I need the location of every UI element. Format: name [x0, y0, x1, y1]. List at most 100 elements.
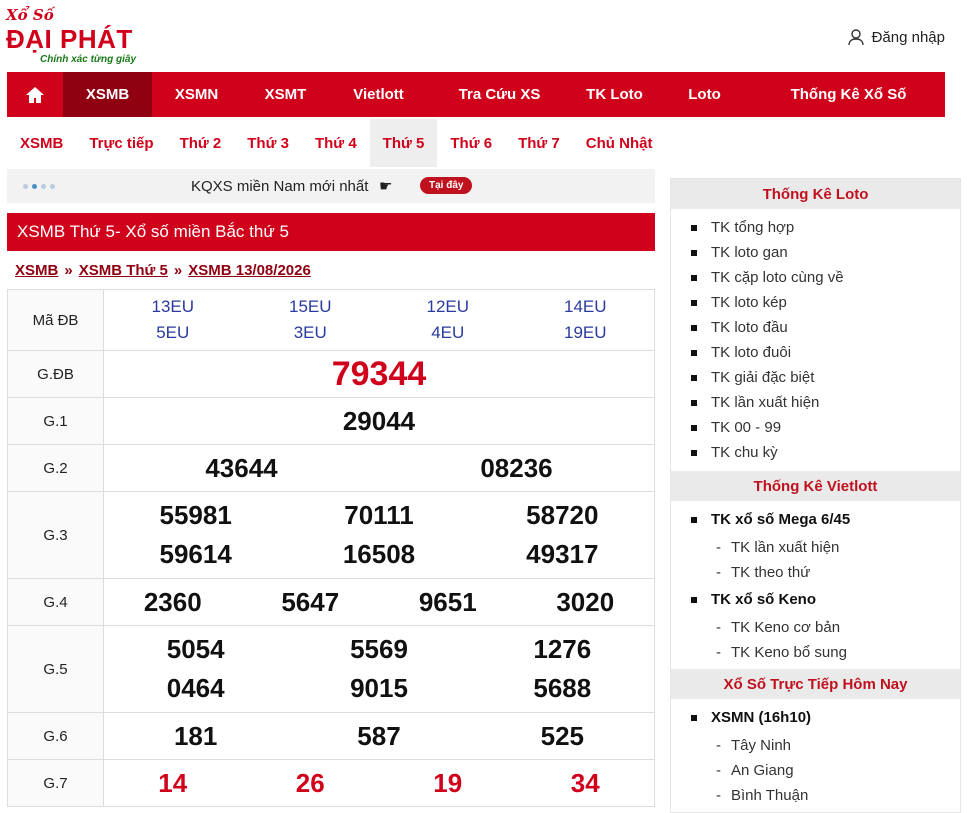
sidebar-sublink[interactable]: Bình Thuận — [671, 783, 960, 808]
sidebar-group-mega[interactable]: TK xổ số Mega 6/45 — [671, 505, 960, 535]
sidebar-link[interactable]: TK loto gan — [691, 240, 960, 265]
table-row: G.7 14 26 19 34 — [7, 759, 655, 807]
main-nav-tra-cuu[interactable]: Tra Cứu XS — [427, 72, 572, 117]
sidebar-link[interactable]: TK loto đầu — [691, 315, 960, 340]
main-nav: XSMB XSMN XSMT Vietlott Tra Cứu XS TK Lo… — [7, 72, 945, 117]
table-row: G.2 43644 08236 — [7, 444, 655, 492]
sidebar-link[interactable]: TK loto kép — [691, 290, 960, 315]
sidebar-link[interactable]: TK lần xuất hiện — [691, 390, 960, 415]
day-nav-thu-7[interactable]: Thứ 7 — [505, 119, 573, 167]
prize-label: G.5 — [7, 625, 104, 713]
prize-number: 34 — [570, 767, 600, 798]
main-nav-thong-ke[interactable]: Thống Kê Xổ Số — [752, 72, 945, 117]
sidebar-section-title: Thống Kê Vietlott — [671, 471, 960, 501]
sidebar-sublink[interactable]: TK lần xuất hiện — [671, 535, 960, 560]
prize-number: 1276 — [533, 634, 592, 664]
pointing-hand-icon: ☛ — [379, 178, 393, 195]
breadcrumb: XSMB» XSMB Thứ 5» XSMB 13/08/2026 — [15, 262, 311, 279]
sidebar-link[interactable]: TK cặp loto cùng về — [691, 265, 960, 290]
prize-label: G.1 — [7, 397, 104, 445]
prize-number: 58720 — [526, 500, 599, 530]
day-nav-thu-2[interactable]: Thứ 2 — [167, 119, 235, 167]
sidebar-link[interactable]: TK loto đuôi — [691, 340, 960, 365]
special-code: 5EU — [156, 323, 190, 342]
sidebar-group-xsmn[interactable]: XSMN (16h10) — [671, 703, 960, 733]
prize-number: 525 — [540, 720, 585, 751]
results-panel: XSMB Thứ 5- Xổ số miền Bắc thứ 5 XSMB» XS… — [7, 213, 655, 807]
breadcrumb-link[interactable]: XSMB 13/08/2026 — [188, 262, 311, 279]
table-row: G.4 2360 5647 9651 3020 — [7, 578, 655, 626]
prize-number: 5647 — [281, 586, 340, 617]
day-nav-thu-4[interactable]: Thứ 4 — [302, 119, 370, 167]
main-nav-loto[interactable]: Loto — [657, 72, 752, 117]
sidebar-section-title: Xổ Số Trực Tiếp Hôm Nay — [671, 669, 960, 699]
breadcrumb-link[interactable]: XSMB — [15, 262, 58, 279]
sidebar-link[interactable]: TK tổng hợp — [691, 215, 960, 240]
day-nav-thu-5[interactable]: Thứ 5 — [369, 119, 438, 167]
table-row: G.5 5054 5569 1276 0464 9015 5688 — [7, 625, 655, 713]
prize-label: G.2 — [7, 444, 104, 492]
main-nav-xsmt[interactable]: XSMT — [241, 72, 330, 117]
main-nav-xsmb[interactable]: XSMB — [63, 72, 152, 117]
prize-number: 26 — [295, 767, 325, 798]
sidebar-sublink[interactable]: TK theo thứ — [671, 560, 960, 585]
day-nav-thu-3[interactable]: Thứ 3 — [234, 119, 302, 167]
prize-number: 181 — [173, 720, 218, 751]
prize-number: 16508 — [342, 539, 416, 569]
logo-tagline: Chính xác từng giây — [40, 54, 137, 65]
prize-number: 5688 — [533, 673, 592, 703]
sidebar-sublink[interactable]: Tây Ninh — [671, 733, 960, 758]
sidebar-sublink[interactable]: An Giang — [671, 758, 960, 783]
loto-stats-list: TK tổng hợp TK loto gan TK cặp loto cùng… — [671, 209, 960, 471]
results-table: Mã ĐB 13EU 15EU 12EU 14EU 5EU 3EU 4EU 19… — [7, 289, 655, 807]
ticker-badge[interactable]: Tại đây — [420, 177, 473, 194]
special-prize: 79344 — [331, 354, 427, 393]
home-icon[interactable] — [7, 72, 63, 117]
table-row: G.6 181 587 525 — [7, 712, 655, 760]
day-nav-xsmb[interactable]: XSMB — [7, 119, 76, 167]
special-codes: 13EU 15EU 12EU 14EU 5EU 3EU 4EU 19EU — [104, 290, 654, 350]
day-nav: XSMB Trực tiếp Thứ 2 Thứ 3 Thứ 4 Thứ 5 T… — [7, 119, 665, 167]
sidebar-sublink[interactable]: TK Keno bổ sung — [671, 640, 960, 665]
prize-number: 19 — [433, 767, 463, 798]
day-nav-chu-nhat[interactable]: Chủ Nhật — [573, 119, 666, 167]
table-row: Mã ĐB 13EU 15EU 12EU 14EU 5EU 3EU 4EU 19… — [7, 289, 655, 351]
sidebar-link[interactable]: TK giải đặc biệt — [691, 365, 960, 390]
special-code: 14EU — [563, 297, 607, 316]
ticker-text[interactable]: KQXS miền Nam mới nhất — [191, 178, 368, 195]
site-header: Xổ Số ĐẠI PHÁT Chính xác từng giây Đăng … — [0, 0, 971, 72]
prize-number: 9015 — [350, 673, 408, 703]
main-nav-tk-loto[interactable]: TK Loto — [572, 72, 657, 117]
prize-number: 43644 — [205, 452, 278, 483]
day-nav-truc-tiep[interactable]: Trực tiếp — [76, 119, 166, 167]
sidebar-link[interactable]: TK 00 - 99 — [691, 415, 960, 440]
day-nav-thu-6[interactable]: Thứ 6 — [437, 119, 505, 167]
prize-number: 2360 — [143, 586, 202, 617]
prize-number: 49317 — [526, 539, 599, 569]
news-ticker: KQXS miền Nam mới nhất ☛ Tại đây — [7, 169, 655, 203]
main-nav-vietlott[interactable]: Vietlott — [330, 72, 427, 117]
table-row: G.3 55981 70111 58720 59614 16508 49317 — [7, 491, 655, 579]
prize-number: 59614 — [159, 539, 232, 569]
site-logo[interactable]: Xổ Số ĐẠI PHÁT Chính xác từng giây — [6, 6, 146, 65]
logo-line1: Xổ Số — [6, 6, 54, 24]
sidebar-group-keno[interactable]: TK xổ số Keno — [671, 585, 960, 615]
sidebar-sublink[interactable]: TK Keno cơ bản — [671, 615, 960, 640]
ticker-dot[interactable] — [32, 184, 37, 189]
table-row: G.ĐB 79344 — [7, 350, 655, 398]
prize-label: G.7 — [7, 759, 104, 807]
ticker-dot[interactable] — [41, 184, 46, 189]
sidebar: Thống Kê Loto TK tổng hợp TK loto gan TK… — [670, 178, 961, 813]
ticker-dot[interactable] — [50, 184, 55, 189]
ticker-dots — [23, 184, 55, 189]
special-code: 15EU — [288, 297, 332, 316]
login-link[interactable]: Đăng nhập — [847, 29, 945, 46]
prize-number: 0464 — [166, 673, 225, 703]
special-code: 3EU — [293, 323, 327, 342]
sidebar-link[interactable]: TK chu kỳ — [691, 440, 960, 465]
ticker-dot[interactable] — [23, 184, 28, 189]
main-nav-xsmn[interactable]: XSMN — [152, 72, 241, 117]
breadcrumb-link[interactable]: XSMB Thứ 5 — [79, 262, 168, 279]
prize-number: 3020 — [556, 586, 615, 617]
prize-number: 587 — [357, 720, 401, 751]
